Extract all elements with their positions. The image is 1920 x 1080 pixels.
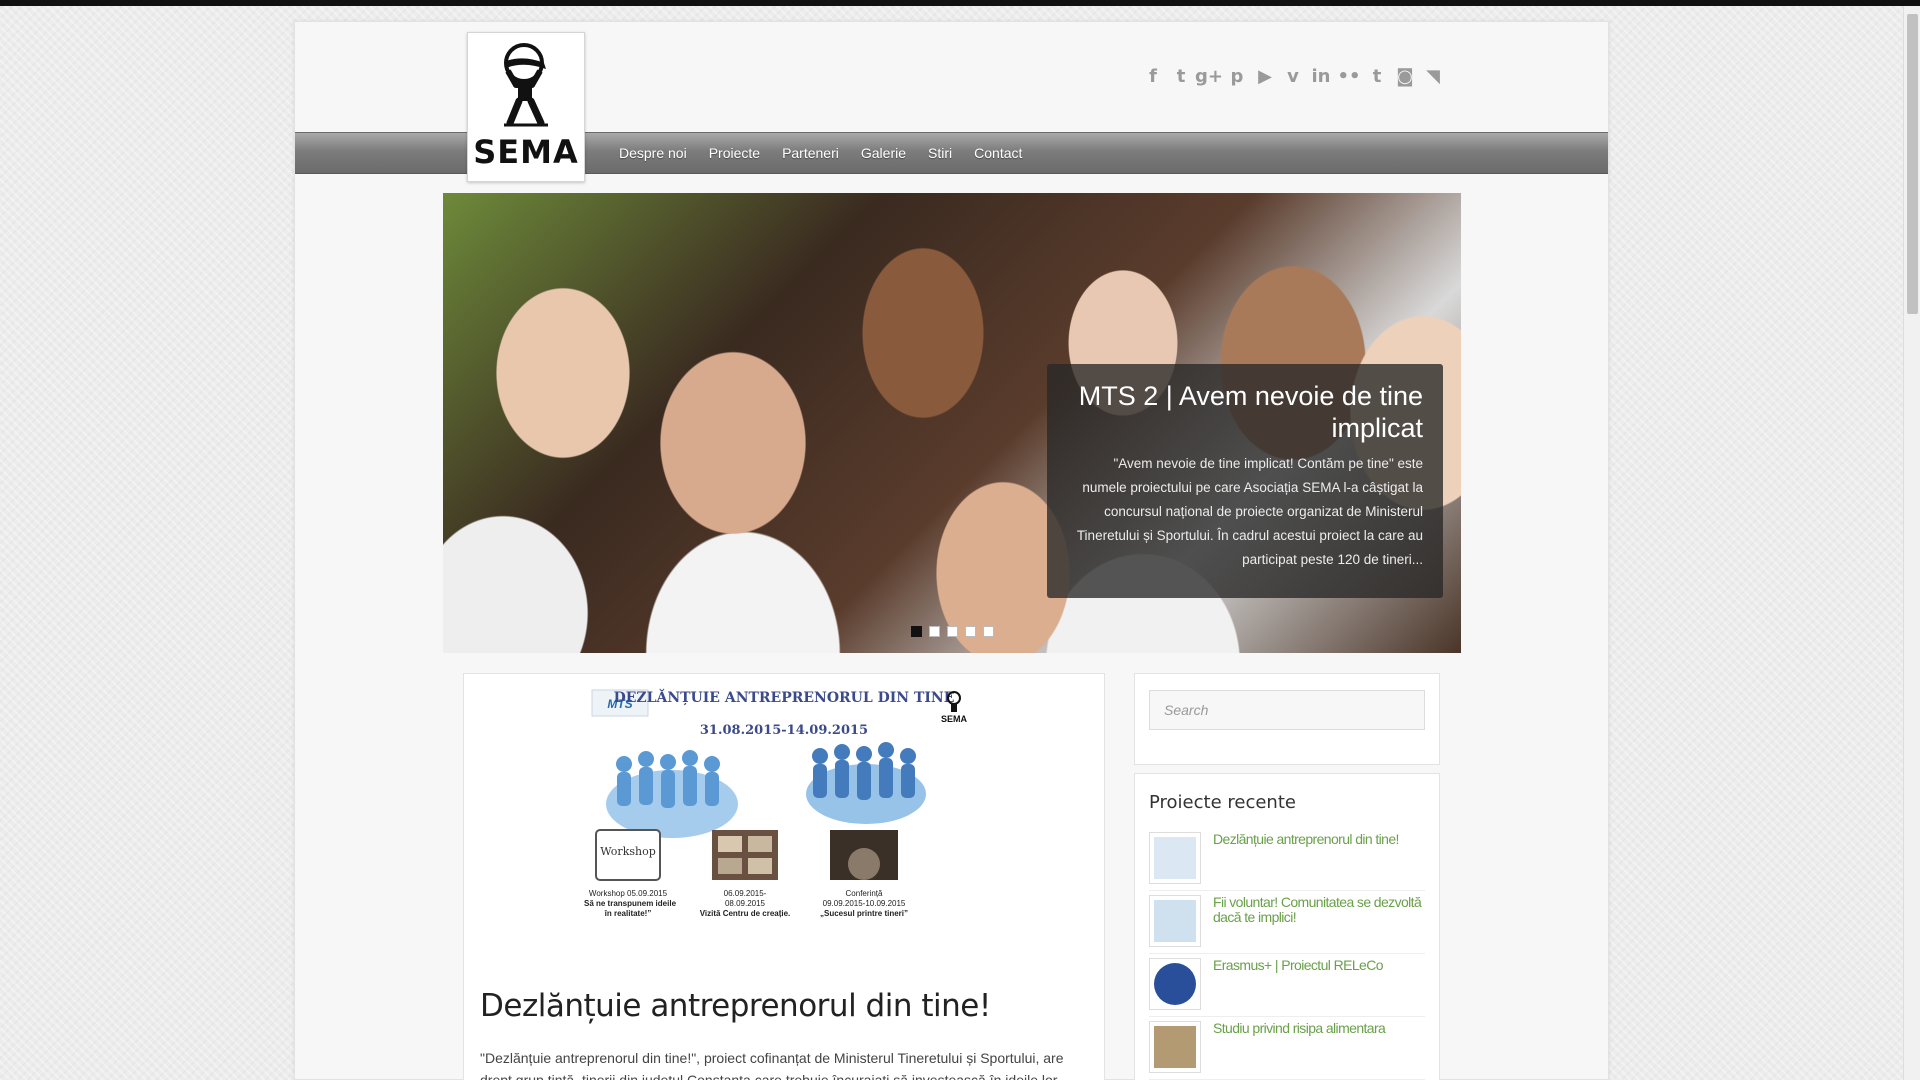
scrollbar-thumb[interactable]: [1907, 14, 1918, 314]
featured-post: MTS DEZLĂNȚUIE ANTREPRENORUL DIN TINE 31…: [463, 673, 1105, 1080]
poster-item-2-line3: Vizită Centru de creație.: [700, 909, 791, 918]
search-widget: Search: [1134, 673, 1440, 765]
slider-pagination: [911, 626, 1001, 637]
post-excerpt: "Dezlănțuie antreprenorul din tine!", pr…: [480, 1050, 1064, 1080]
rss-icon[interactable]: ◥: [1419, 66, 1447, 87]
nav-item-0[interactable]: Despre noi: [619, 145, 687, 161]
poster-item-3-line1: Conferință: [846, 889, 883, 898]
recent-thumbnail[interactable]: [1149, 895, 1201, 947]
post-featured-image[interactable]: MTS DEZLĂNȚUIE ANTREPRENORUL DIN TINE 31…: [580, 684, 984, 959]
logo-text: SEMA: [473, 133, 579, 171]
search-input[interactable]: Search: [1149, 690, 1425, 730]
slide-caption: MTS 2 | Avem nevoie de tine implicat "Av…: [1047, 364, 1443, 598]
thumbnail-image: [1154, 900, 1196, 942]
recent-item[interactable]: Fii voluntar! Comunitatea se dezvoltă da…: [1149, 891, 1425, 954]
poster-item-1-line3: în realitate!”: [604, 909, 652, 918]
nav-menu: Despre noi Proiecte Parteneri Galerie Stiri C…: [619, 133, 1044, 173]
vimeo-icon[interactable]: v: [1279, 66, 1307, 87]
browser-top-bar: [0, 0, 1920, 6]
recent-link[interactable]: Fii voluntar! Comunitatea se dezvoltă da…: [1213, 895, 1425, 953]
recent-link[interactable]: Studiu privind risipa alimentara: [1213, 1021, 1386, 1079]
nav-item-5[interactable]: Contact: [974, 145, 1022, 161]
poster-heading: DEZLĂNȚUIE ANTREPRENORUL DIN TINE: [614, 688, 955, 706]
page-scrollbar[interactable]: [1903, 6, 1920, 1080]
nav-item-1[interactable]: Proiecte: [709, 145, 760, 161]
thumbnail-image: [1154, 837, 1196, 879]
slide-title[interactable]: MTS 2 | Avem nevoie de tine implicat: [1067, 380, 1423, 444]
flickr-icon[interactable]: ••: [1335, 66, 1363, 87]
widget-title: Proiecte recente: [1149, 792, 1296, 813]
instagram-icon[interactable]: ◙: [1391, 66, 1419, 87]
project-poster-image: MTS DEZLĂNȚUIE ANTREPRENORUL DIN TINE 31…: [580, 684, 984, 959]
recent-projects-widget: Proiecte recente Dezlănțuie antreprenoru…: [1134, 773, 1440, 1080]
nav-item-3[interactable]: Galerie: [861, 145, 906, 161]
poster-item-1-line2: „Să ne transpunem ideile: [584, 899, 677, 908]
social-icons: f t g+ p ▶ v in •• t ◙ ◥: [1139, 66, 1447, 87]
slider-dot-3[interactable]: [947, 626, 958, 637]
recent-projects-list: Dezlănțuie antreprenorul din tine! Fii vo…: [1149, 828, 1425, 1080]
slide-text: "Avem nevoie de tine implicat! Contăm pe…: [1076, 456, 1423, 567]
twitter-icon[interactable]: t: [1167, 66, 1195, 87]
linkedin-icon[interactable]: in: [1307, 66, 1335, 87]
tumblr-icon[interactable]: t: [1363, 66, 1391, 87]
post-title[interactable]: Dezlănțuie antreprenorul din tine!: [480, 988, 991, 1024]
atlas-figure-icon: [504, 43, 548, 127]
slider-dot-4[interactable]: [965, 626, 976, 637]
poster-crowd-left: [606, 750, 738, 838]
poster-workshop-label: Workshop: [600, 845, 656, 858]
recent-item[interactable]: Erasmus+ | Proiectul RELeCo: [1149, 954, 1425, 1017]
recent-link[interactable]: Erasmus+ | Proiectul RELeCo: [1213, 958, 1384, 1016]
hero-slider[interactable]: MTS 2 | Avem nevoie de tine implicat "Av…: [443, 193, 1461, 653]
slider-dot-1[interactable]: [911, 626, 922, 637]
slider-dot-5[interactable]: [983, 626, 994, 637]
poster-item-2-line1: 06.09.2015-: [724, 889, 767, 898]
svg-text:SEMA: SEMA: [941, 714, 968, 724]
poster-item-3-line2: 09.09.2015-10.09.2015: [823, 899, 906, 908]
poster-dates: 31.08.2015-14.09.2015: [700, 723, 868, 738]
poster-crowd-right: [806, 742, 926, 824]
pinterest-icon[interactable]: p: [1223, 66, 1251, 87]
recent-item[interactable]: Studiu privind risipa alimentara: [1149, 1017, 1425, 1080]
poster-item-3-line3: „Sucesul printre tineri”: [820, 909, 908, 918]
youtube-icon[interactable]: ▶: [1251, 66, 1279, 87]
thumbnail-image: [1154, 963, 1196, 1005]
recent-thumbnail[interactable]: [1149, 832, 1201, 884]
nav-item-4[interactable]: Stiri: [928, 145, 952, 161]
site-logo[interactable]: SEMA: [467, 32, 585, 182]
recent-link[interactable]: Dezlănțuie antreprenorul din tine!: [1213, 832, 1399, 890]
thumbnail-image: [1154, 1026, 1196, 1068]
recent-thumbnail[interactable]: [1149, 1021, 1201, 1073]
page-wrapper: f t g+ p ▶ v in •• t ◙ ◥ Despre noi Proiecte Partene…: [294, 21, 1609, 1080]
recent-thumbnail[interactable]: [1149, 958, 1201, 1010]
slider-dot-2[interactable]: [929, 626, 940, 637]
poster-item-1-line1: Workshop 05.09.2015: [589, 889, 668, 898]
google-plus-icon[interactable]: g+: [1195, 66, 1223, 87]
nav-item-2[interactable]: Parteneri: [782, 145, 839, 161]
recent-item[interactable]: Dezlănțuie antreprenorul din tine!: [1149, 828, 1425, 891]
poster-item-2-line2: 08.09.2015: [725, 899, 766, 908]
facebook-icon[interactable]: f: [1139, 66, 1167, 87]
